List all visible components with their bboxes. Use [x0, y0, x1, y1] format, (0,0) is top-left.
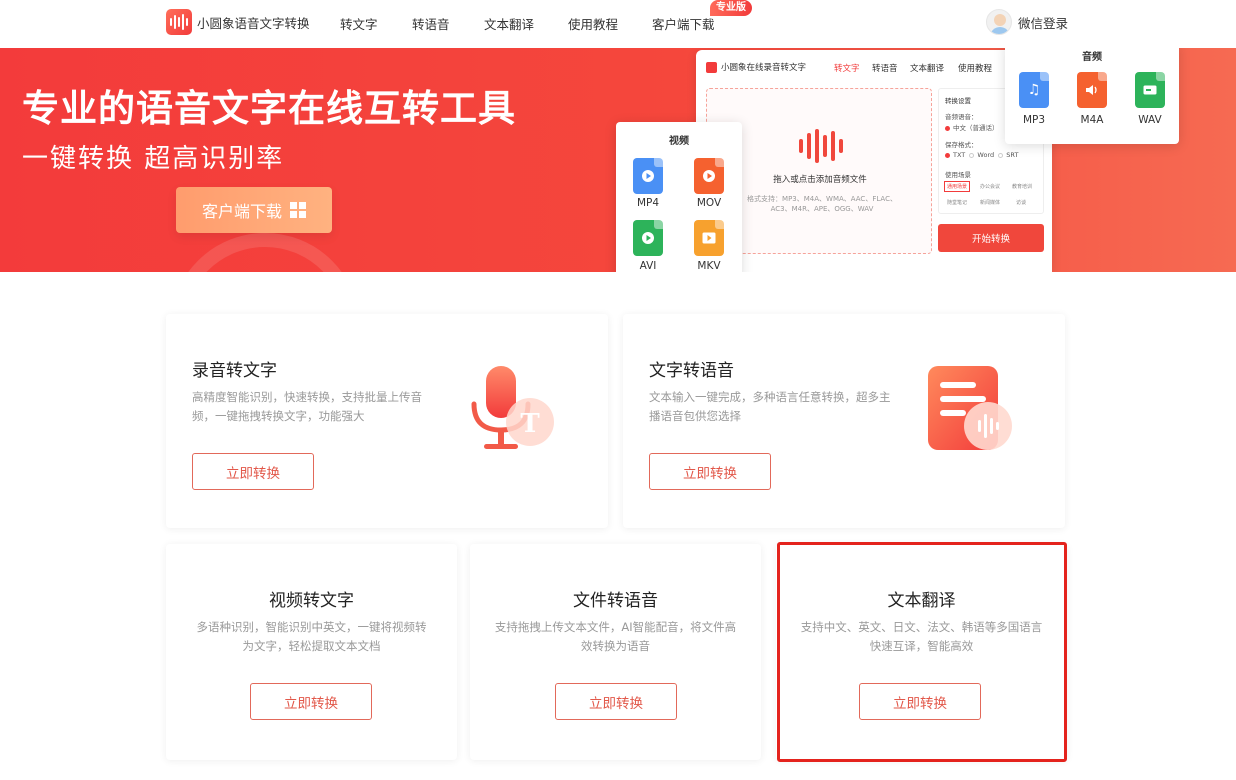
video-popover-title: 视频: [669, 136, 689, 147]
scene-label: 使用场景: [945, 171, 971, 179]
mock-tab-tutorial: 使用教程: [958, 64, 993, 74]
wechat-login[interactable]: 微信登录: [986, 9, 1068, 35]
card-description: 高精度智能识别，快速转换，支持批量上传音频，一键拖拽转换文字，功能强大: [192, 390, 422, 423]
mock-brand: 小圆象在线录音转文字: [721, 63, 807, 73]
convert-now-button[interactable]: 立即转换: [250, 683, 372, 720]
format-label: MP4: [636, 197, 660, 209]
mock-tab-translate: 文本翻译: [910, 64, 945, 74]
nav-item-translate[interactable]: 文本翻译: [484, 14, 534, 33]
convert-now-button[interactable]: 立即转换: [859, 683, 981, 720]
mp3-file-icon: ♫: [1019, 72, 1049, 108]
convert-now-button[interactable]: 立即转换: [555, 683, 677, 720]
feature-card-file-to-speech: 文件转语音 支持拖拽上传文本文件，AI智能配音，将文件高效转换为语音 立即转换: [470, 544, 761, 760]
pro-badge: 专业版: [710, 0, 752, 16]
save-option-srt: SRT: [1006, 151, 1019, 159]
radio-off-icon: [998, 152, 1004, 158]
audio-popover-title: 音频: [1082, 52, 1102, 63]
mock-tab-text-to-speech: 转语音: [872, 64, 898, 74]
client-download-button[interactable]: 客户端下载: [176, 187, 332, 233]
mov-file-icon: [694, 158, 724, 194]
format-label: M4A: [1080, 114, 1104, 126]
hero-title: 专业的语音文字在线互转工具: [22, 87, 516, 130]
format-label: MKV: [697, 260, 721, 272]
format-label: AVI: [639, 260, 657, 272]
mp4-file-icon: [633, 158, 663, 194]
decorative-ring: [170, 233, 360, 272]
top-nav: 小圆象语音文字转换 转文字 转语音 文本翻译 使用教程 客户端下载 专业版 微信…: [0, 0, 1236, 48]
hero-banner: 专业的语音文字在线互转工具 一键转换 超高识别率 客户端下载 小圆象在线录音转文…: [0, 48, 1236, 272]
convert-now-button[interactable]: 立即转换: [649, 453, 771, 490]
avi-file-icon: [633, 220, 663, 256]
radio-off-icon: [969, 152, 975, 158]
nav-item-tutorial[interactable]: 使用教程: [568, 14, 618, 33]
radio-on-icon: [945, 125, 950, 131]
lang-label: 音频语音：: [945, 113, 978, 121]
settings-title: 转换设置: [945, 97, 971, 105]
scene-tag: 办公会议: [980, 184, 1001, 190]
svg-text:T: T: [520, 409, 540, 439]
card-title: 文件转语音: [573, 591, 658, 611]
feature-card-text-translate: 文本翻译 支持中文、英文、日文、法文、韩语等多国语言快速互译，智能高效 立即转换: [776, 544, 1067, 760]
card-description: 支持拖拽上传文本文件，AI智能配音，将文件高效转换为语音: [494, 620, 737, 653]
nav-item-client-download[interactable]: 客户端下载: [652, 14, 715, 33]
card-description: 多语种识别，智能识别中英文，一键将视频转为文字，轻松提取文本文档: [196, 620, 427, 653]
brand-logo[interactable]: 小圆象语音文字转换: [166, 9, 310, 35]
sound-wave-logo-icon: [166, 9, 192, 35]
audio-wave-icon: [799, 129, 843, 163]
card-title: 录音转文字: [192, 361, 277, 381]
m4a-file-icon: [1077, 72, 1107, 108]
save-label: 保存格式：: [945, 141, 978, 149]
save-option-txt: TXT: [953, 151, 966, 159]
convert-now-button[interactable]: 立即转换: [192, 453, 314, 490]
windows-icon: [290, 202, 306, 218]
video-formats-popover: 视频 MP4 MOV AVI MKV: [616, 122, 742, 272]
format-label: WAV: [1138, 114, 1162, 126]
card-title: 视频转文字: [269, 591, 354, 611]
avatar: [986, 9, 1012, 35]
brand-name: 小圆象语音文字转换: [197, 15, 310, 31]
mkv-file-icon: [694, 220, 724, 256]
radio-on-icon: [945, 152, 950, 158]
app-preview-window: 小圆象在线录音转文字 转文字 转语音 文本翻译 使用教程 拖入或点击添加音频文件…: [696, 50, 1052, 272]
lang-value: 中文（普通话）: [953, 124, 999, 132]
mini-logo-icon: [706, 61, 717, 73]
scene-tag: 访谈: [1016, 200, 1027, 206]
drop-formats: 格式支持：MP3、M4A、WMA、AAC、FLAC、AC3、M4R、APE、OG…: [747, 195, 897, 213]
scene-tag: 通用场景: [944, 181, 971, 192]
download-button-label: 客户端下载: [201, 202, 282, 221]
scene-tag: 新闻媒体: [980, 200, 1001, 206]
format-label: MP3: [1022, 114, 1046, 126]
login-label: 微信登录: [1018, 15, 1069, 31]
microphone-text-icon: T: [471, 366, 554, 449]
mock-tab-speech-to-text: 转文字: [834, 64, 860, 74]
mock-start-button: 开始转换: [938, 224, 1044, 252]
scene-tag: 教育培训: [1012, 184, 1033, 190]
card-description: 支持中文、英文、日文、法文、韩语等多国语言快速互译，智能高效: [800, 620, 1043, 653]
nav-item-speech-to-text[interactable]: 转文字: [340, 14, 378, 33]
card-title: 文字转语音: [649, 361, 734, 381]
feature-card-video-to-text: 视频转文字 多语种识别，智能识别中英文，一键将视频转为文字，轻松提取文本文档 立…: [166, 544, 457, 760]
format-label: MOV: [696, 197, 722, 209]
save-option-word: Word: [977, 151, 995, 159]
audio-formats-popover: 音频 ♫ MP3 M4A WAV: [1005, 48, 1179, 144]
wav-file-icon: [1135, 72, 1165, 108]
card-description: 文本输入一键完成，多种语言任意转换，超多主播语音包供您选择: [649, 390, 891, 423]
hero-subtitle: 一键转换 超高识别率: [22, 144, 285, 174]
nav-item-text-to-speech[interactable]: 转语音: [412, 14, 450, 33]
scene-tag: 随堂笔记: [947, 200, 968, 206]
card-title: 文本翻译: [887, 591, 956, 611]
document-audio-icon: [928, 366, 1012, 450]
